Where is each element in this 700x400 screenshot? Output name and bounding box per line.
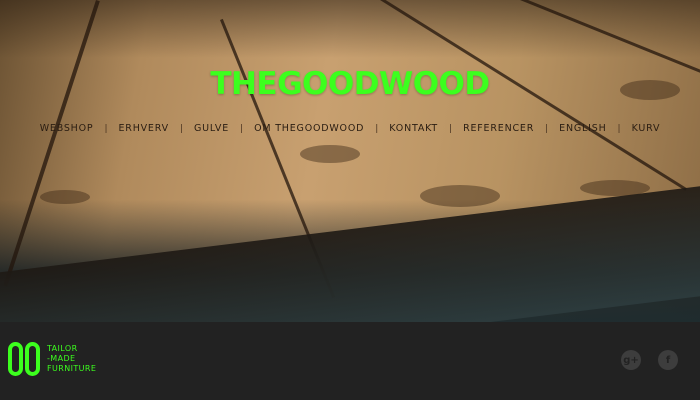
logo-zero-shape	[25, 342, 40, 376]
facebook-icon[interactable]: f	[658, 350, 678, 370]
wood-knot	[420, 185, 500, 207]
nav-item-erhverv[interactable]: ERHVERV	[116, 123, 170, 134]
nav-separator: |	[617, 123, 621, 134]
tagline-line: FURNITURE	[47, 364, 97, 373]
hero-wood-background	[0, 0, 700, 322]
nav-item-english[interactable]: ENGLISH	[557, 123, 608, 134]
plank-gap	[3, 0, 100, 287]
nav-separator: |	[545, 123, 549, 134]
tagline-line: -MADE	[47, 354, 76, 363]
footer-tagline: TAILOR -MADE FURNITURE	[47, 344, 96, 374]
nav-separator: |	[179, 123, 183, 134]
site-logo[interactable]: THEGOODWOOD	[0, 66, 700, 102]
main-nav: WEBSHOP | ERHVERV | GULVE | OM THEGOODWO…	[0, 123, 700, 134]
footer-logo-mark[interactable]	[8, 342, 42, 376]
nav-separator: |	[375, 123, 379, 134]
nav-item-referencer[interactable]: REFERENCER	[461, 123, 536, 134]
nav-item-webshop[interactable]: WEBSHOP	[38, 123, 96, 134]
wood-knot	[40, 190, 90, 204]
nav-item-kontakt[interactable]: KONTAKT	[387, 123, 440, 134]
nav-separator: |	[240, 123, 244, 134]
nav-separator: |	[449, 123, 453, 134]
footer	[0, 322, 700, 400]
nav-item-om-thegoodwood[interactable]: OM THEGOODWOOD	[252, 123, 366, 134]
nav-item-kurv[interactable]: KURV	[630, 123, 663, 134]
nav-item-gulve[interactable]: GULVE	[192, 123, 231, 134]
tagline-line: TAILOR	[47, 344, 78, 353]
tabletop-edge	[0, 181, 700, 322]
wood-knot	[300, 145, 360, 163]
google-plus-icon[interactable]: g+	[621, 350, 641, 370]
logo-zero-shape	[8, 342, 23, 376]
nav-separator: |	[104, 123, 108, 134]
